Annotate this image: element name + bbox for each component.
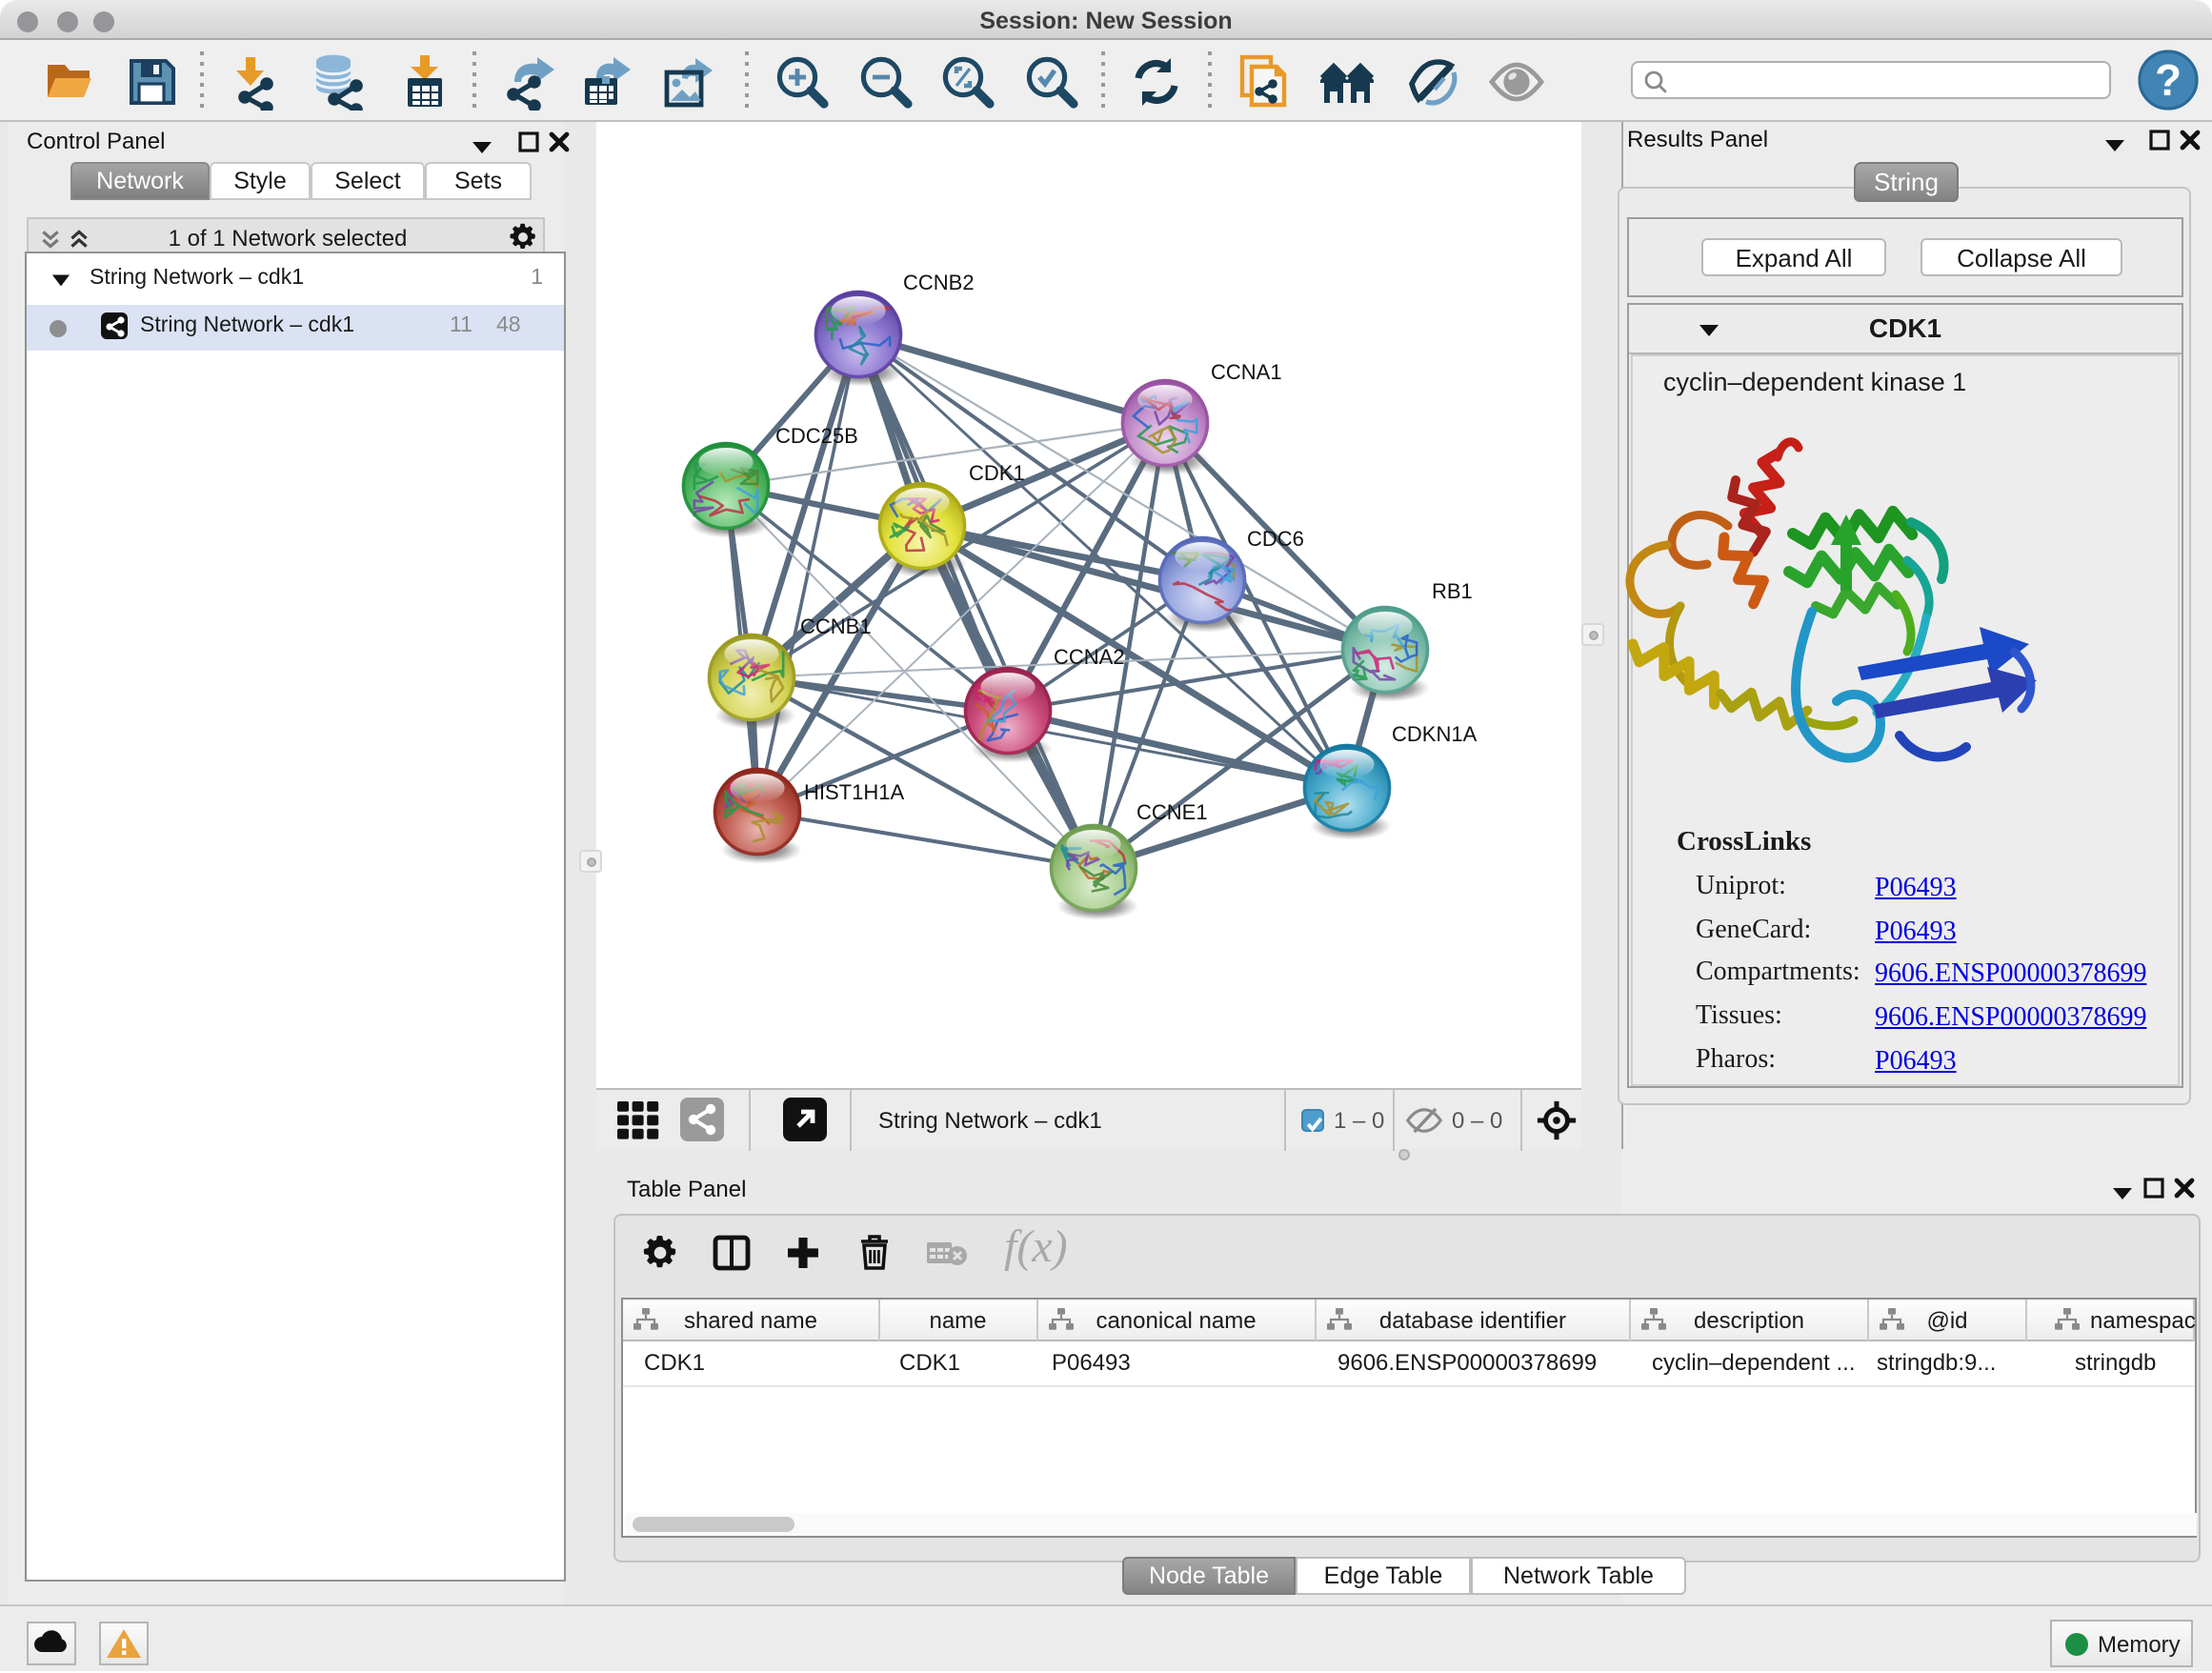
- svg-text:CDC6: CDC6: [1247, 527, 1304, 551]
- svg-text:CDC25B: CDC25B: [775, 424, 858, 448]
- svg-text:CDKN1A: CDKN1A: [1392, 722, 1478, 746]
- svg-text:CCNB1: CCNB1: [800, 615, 872, 638]
- svg-text:CCNA2: CCNA2: [1054, 645, 1125, 669]
- svg-text:CCNB2: CCNB2: [903, 271, 975, 294]
- svg-text:HIST1H1A: HIST1H1A: [804, 780, 904, 804]
- svg-text:?: ?: [2155, 55, 2182, 105]
- svg-text:CDK1: CDK1: [969, 461, 1025, 485]
- svg-text:RB1: RB1: [1432, 579, 1473, 603]
- svg-text:CCNA1: CCNA1: [1211, 360, 1282, 384]
- svg-text:CCNE1: CCNE1: [1136, 800, 1208, 824]
